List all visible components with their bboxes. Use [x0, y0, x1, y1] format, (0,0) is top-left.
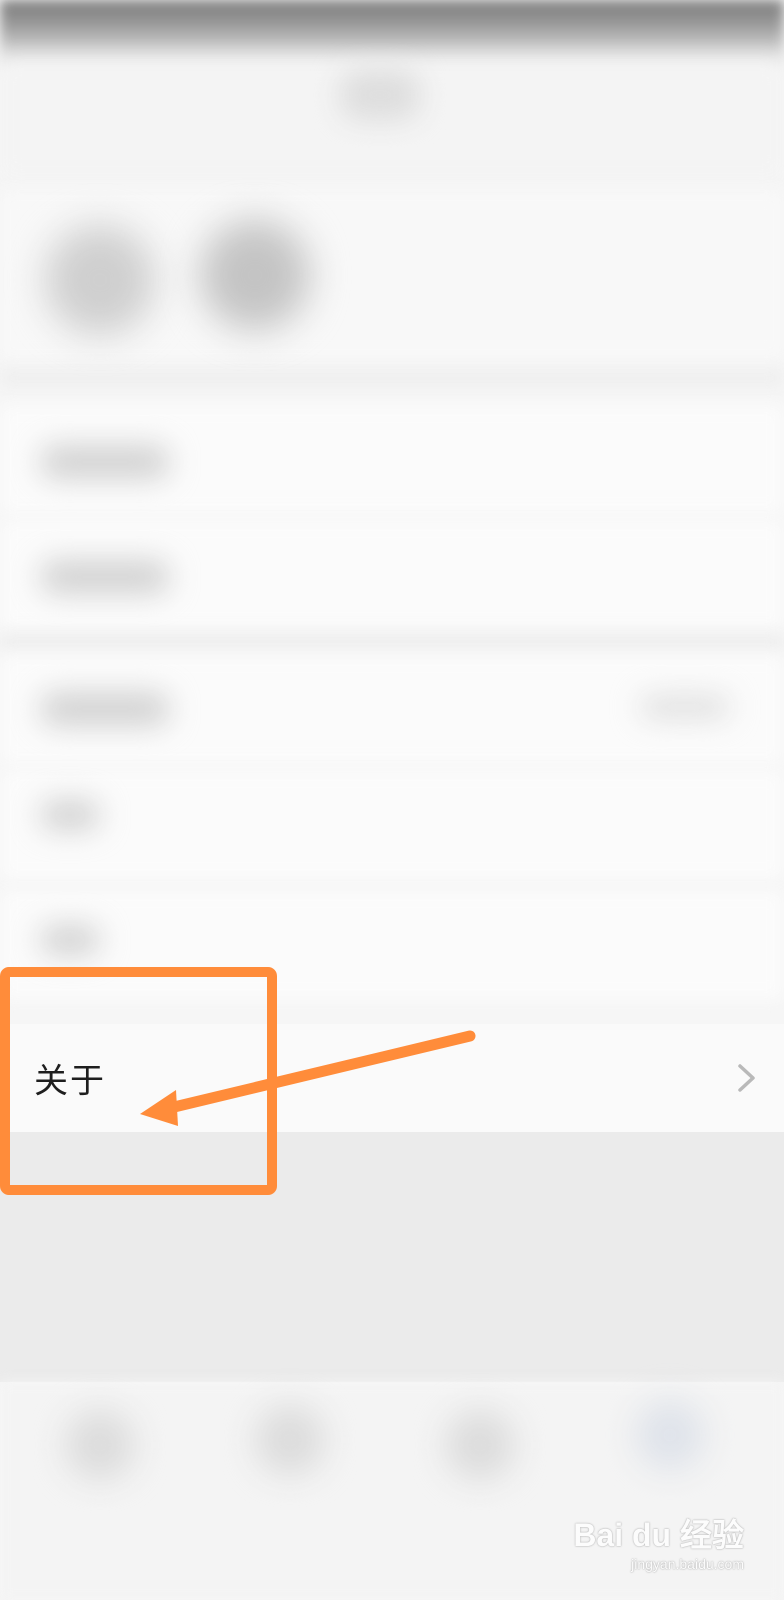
settings-row-label — [40, 800, 100, 830]
section-divider — [0, 636, 784, 648]
watermark: Bai du 经验 jingyan.baidu.com — [573, 1510, 744, 1572]
settings-row[interactable] — [0, 770, 784, 880]
watermark-url: jingyan.baidu.com — [631, 1556, 744, 1572]
nav-title — [340, 70, 420, 120]
section-divider — [0, 372, 784, 384]
settings-row[interactable] — [0, 890, 784, 1000]
tab-item[interactable] — [65, 1410, 135, 1480]
about-label: 关于 — [34, 1061, 106, 1102]
settings-row-label — [40, 925, 100, 955]
settings-row-label — [40, 445, 170, 479]
watermark-brand: Bai du 经验 — [573, 1517, 744, 1553]
tab-item[interactable] — [635, 1400, 705, 1470]
empty-area — [0, 1132, 784, 1382]
chevron-right-icon — [738, 1064, 755, 1092]
settings-row-value — [640, 695, 730, 719]
tab-item[interactable] — [445, 1410, 515, 1480]
settings-row-label — [40, 692, 170, 726]
avatar-secondary — [200, 220, 310, 330]
avatar — [45, 225, 155, 335]
tab-item[interactable] — [255, 1405, 325, 1475]
settings-item-about[interactable]: 关于 — [0, 1024, 784, 1132]
settings-row-label — [40, 560, 170, 594]
